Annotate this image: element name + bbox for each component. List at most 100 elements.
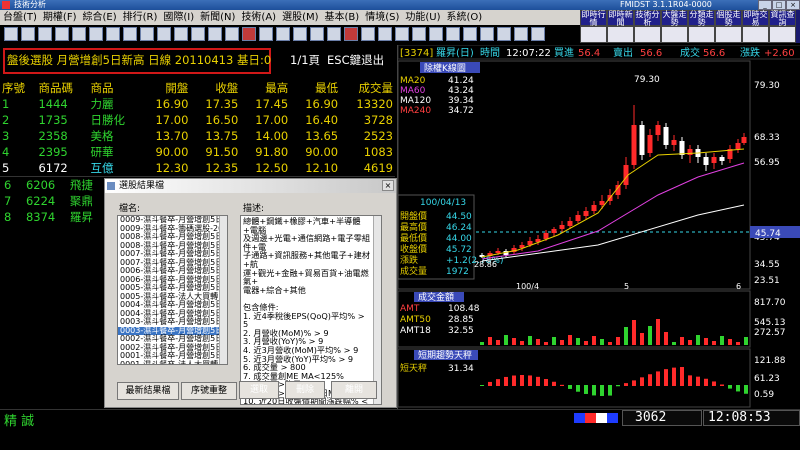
toolbar-button-icon[interactable] [38, 27, 52, 41]
oscillator-bar [576, 385, 580, 392]
select-button[interactable]: 選取 [239, 381, 279, 399]
toolbar-button-icon[interactable] [361, 27, 375, 41]
minimize-icon[interactable]: _ [758, 0, 772, 10]
result-file-list[interactable]: 0009-濕斗餐卒-月營增創5日 0009-濕斗餐卒-籌碼選股-20 0008-濕斗… [117, 215, 228, 365]
exit-button[interactable]: 離開 [331, 381, 377, 399]
toolbar-button-icon[interactable] [531, 27, 545, 41]
open-price: 17.00 [155, 113, 189, 127]
toolbar-button-icon[interactable] [497, 27, 511, 41]
result-file-item[interactable]: 0001-濕斗餐卒-法人大買轉 [118, 360, 227, 364]
menu-item[interactable]: 技術(A) [238, 10, 279, 25]
toolbar-button-icon[interactable] [174, 27, 188, 41]
oscillator-bar [744, 385, 748, 394]
toolbar-button-icon[interactable] [123, 27, 137, 41]
toolbar-button-icon[interactable] [225, 27, 239, 41]
dialog-close-icon[interactable]: × [382, 180, 394, 191]
toolbar-button-icon[interactable] [72, 27, 86, 41]
quick-button[interactable]: 資訊查詢 [769, 10, 796, 27]
quick-button[interactable]: 個股走勢 [715, 10, 742, 27]
toolbar-button-icon[interactable] [310, 27, 324, 41]
quick-icon[interactable] [688, 26, 715, 43]
toolbar-button-icon[interactable] [276, 27, 290, 41]
toolbar-button-icon[interactable] [344, 27, 358, 41]
toolbar-button-icon[interactable] [106, 27, 120, 41]
volume-bar [496, 340, 500, 345]
menu-item[interactable]: 綜合(E) [79, 10, 119, 25]
toolbar-button-icon[interactable] [395, 27, 409, 41]
quick-button[interactable]: 即時行情 [580, 10, 607, 27]
maximize-icon[interactable]: □ [772, 0, 786, 10]
candle-body [591, 205, 597, 211]
screening-banner: 盤後選股 月營增創5日新高 日線 20110413 基日:0 1/1頁 ESC鍵… [0, 45, 395, 78]
latest-result-button[interactable]: 最新結果檔 [117, 382, 179, 400]
toolbar-button-icon[interactable] [89, 27, 103, 41]
toolbar-button-icon[interactable] [446, 27, 460, 41]
table-row[interactable]: 3 2358 美格 13.70 13.75 14.00 13.65 2523 [0, 128, 395, 144]
volume-bar [504, 335, 508, 345]
toolbar-button-icon[interactable] [378, 27, 392, 41]
toolbar-button-icon[interactable] [191, 27, 205, 41]
menu-item[interactable]: 功能(U) [402, 10, 443, 25]
menu-item[interactable]: 新聞(N) [197, 10, 238, 25]
toolbar-button-icon[interactable] [412, 27, 426, 41]
toolbar-button-icon[interactable] [259, 27, 273, 41]
low-price: 12.10 [305, 161, 339, 175]
quick-button[interactable]: 即時新聞 [607, 10, 634, 27]
toolbar-button-icon[interactable] [157, 27, 171, 41]
high-price: 91.80 [255, 145, 289, 159]
candle-body [583, 211, 589, 216]
toolbar-button-icon[interactable] [55, 27, 69, 41]
toolbar-button-icon[interactable] [429, 27, 443, 41]
menu-item[interactable]: 選股(M) [279, 10, 321, 25]
table-row[interactable]: 2 1735 日勝化 17.00 16.50 17.00 16.40 3728 [0, 112, 395, 128]
quick-icon[interactable] [715, 26, 742, 43]
toolbar-button-icon[interactable] [208, 27, 222, 41]
delete-button[interactable]: 刪除 [285, 381, 325, 399]
quick-icon[interactable] [769, 26, 796, 43]
toolbar-button-icon[interactable] [21, 27, 35, 41]
toolbar-button-icon[interactable] [463, 27, 477, 41]
quick-button[interactable]: 即時交易 [742, 10, 769, 27]
quick-icon[interactable] [742, 26, 769, 43]
menu-item[interactable]: 期權(F) [40, 10, 80, 25]
toolbar-button-icon[interactable] [293, 27, 307, 41]
quick-button[interactable]: 技術分析 [634, 10, 661, 27]
table-row[interactable]: 4 2395 研華 90.00 91.50 91.80 90.00 1083 [0, 144, 395, 160]
column-header: 成交量 [358, 81, 394, 95]
menu-item[interactable]: 排行(R) [120, 10, 161, 25]
volume-bar [736, 342, 740, 345]
renumber-button[interactable]: 序號重整 [181, 382, 237, 400]
toolbar-button-icon[interactable] [514, 27, 528, 41]
quick-button[interactable]: 大盤走勢 [661, 10, 688, 27]
stock-name: 研華 [90, 145, 114, 159]
ma-legend-label: MA60 [400, 86, 426, 96]
table-row[interactable]: 1 1444 力麗 16.90 17.35 17.45 16.90 13320 [0, 96, 395, 112]
description-scrollbar[interactable] [373, 216, 381, 404]
list-scrollbar[interactable] [219, 216, 227, 364]
quick-button[interactable]: 分類走勢 [688, 10, 715, 27]
menu-item[interactable]: 國際(I) [160, 10, 197, 25]
quick-icon[interactable] [580, 26, 607, 43]
menu-item[interactable]: 基本(B) [322, 10, 363, 25]
volume-bar [688, 340, 692, 345]
info-label: 成交量 [400, 265, 427, 277]
stock-name: 羅昇 [69, 210, 93, 224]
kline-chart[interactable]: [3374] 羅昇(日) 時間 12:07:22 買進 56.4 賣出 56.6 成交 56.6 漲… [398, 45, 800, 409]
toolbar-button-icon[interactable] [140, 27, 154, 41]
volume-bar [544, 342, 548, 345]
table-row[interactable]: 5 6172 互億 12.30 12.35 12.50 12.10 4619 [0, 160, 395, 176]
menu-item[interactable]: 系統(O) [443, 10, 485, 25]
stock-chart-panel[interactable]: [3374] 羅昇(日) 時間 12:07:22 買進 56.4 賣出 56.6 成交 56.6 漲… [397, 45, 800, 409]
close-icon[interactable]: × [786, 0, 800, 10]
quick-icon[interactable] [661, 26, 688, 43]
column-header: 商品碼 [38, 81, 73, 95]
oscillator-bar [592, 385, 596, 396]
toolbar-button-icon[interactable] [480, 27, 494, 41]
toolbar-button-icon[interactable] [4, 27, 18, 41]
menu-item[interactable]: 情境(S) [362, 10, 402, 25]
toolbar-button-icon[interactable] [327, 27, 341, 41]
quick-icon[interactable] [607, 26, 634, 43]
menu-item[interactable]: 台盤(T) [0, 10, 40, 25]
toolbar-button-icon[interactable] [242, 27, 256, 41]
quick-icon[interactable] [634, 26, 661, 43]
